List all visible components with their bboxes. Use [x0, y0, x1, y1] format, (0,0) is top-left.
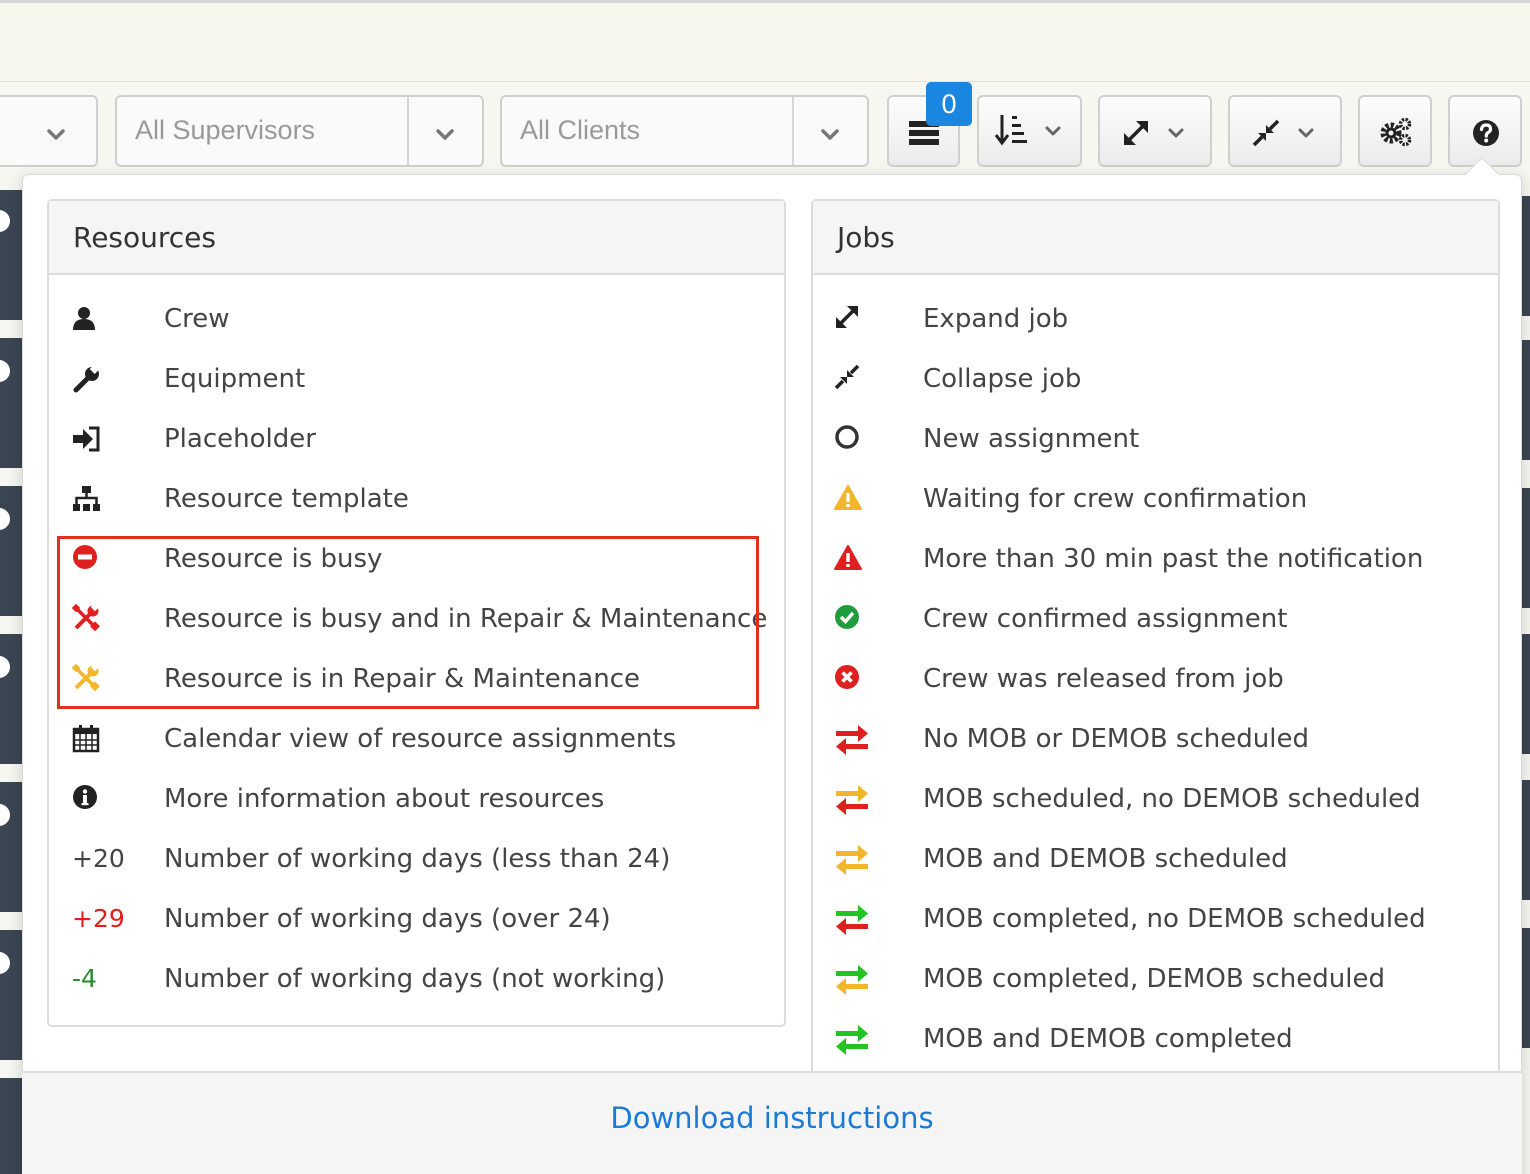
jobs-legend-label: Crew confirmed assignment	[923, 604, 1288, 634]
background-row-right	[1522, 196, 1530, 316]
help-button[interactable]	[1448, 95, 1522, 167]
collapse-icon	[1252, 119, 1280, 147]
jobs-legend-label: MOB and DEMOB completed	[923, 1024, 1293, 1054]
jobs-legend-label: Waiting for crew confirmation	[923, 484, 1308, 514]
collapse-all-button[interactable]	[1228, 95, 1342, 167]
jobs-legend-row: Waiting for crew confirmation	[0, 479, 1530, 539]
select-divider	[407, 97, 409, 165]
sort-button[interactable]	[977, 95, 1082, 167]
popover-footer: Download instructions	[22, 1071, 1522, 1174]
jobs-legend-row: New assignment	[0, 419, 1530, 479]
jobs-legend-row: Expand job	[0, 299, 1530, 359]
help-icon	[1473, 120, 1499, 146]
chevron-down-icon	[1298, 128, 1314, 138]
highlight-box	[57, 536, 759, 709]
jobs-legend-row: MOB completed, no DEMOB scheduled	[0, 899, 1530, 959]
supervisors-select[interactable]: All Supervisors	[115, 95, 484, 167]
exchange-icon	[834, 784, 874, 824]
background-row	[0, 1078, 22, 1174]
compress-icon	[834, 364, 874, 404]
jobs-legend-row: No MOB or DEMOB scheduled	[0, 719, 1530, 779]
supervisors-select-value: All Supervisors	[135, 115, 316, 145]
chevron-down-icon[interactable]	[820, 125, 840, 145]
exchange-icon	[834, 1024, 874, 1064]
clients-select-value: All Clients	[520, 115, 641, 145]
expand-icon	[834, 304, 874, 344]
jobs-legend-row: MOB scheduled, no DEMOB scheduled	[0, 779, 1530, 839]
expand-icon	[1124, 121, 1148, 145]
jobs-legend-label: No MOB or DEMOB scheduled	[923, 724, 1309, 754]
exchange-icon	[834, 724, 874, 764]
jobs-legend-label: MOB completed, no DEMOB scheduled	[923, 904, 1426, 934]
resources-panel-header: Resources	[49, 201, 784, 275]
sort-icon	[995, 115, 1027, 146]
jobs-legend-row: Collapse job	[0, 359, 1530, 419]
jobs-legend-label: MOB scheduled, no DEMOB scheduled	[923, 784, 1421, 814]
chevron-down-icon	[1168, 128, 1184, 138]
jobs-legend-row: MOB and DEMOB completed	[0, 1019, 1530, 1079]
jobs-legend-row: MOB and DEMOB scheduled	[0, 839, 1530, 899]
expand-all-button[interactable]	[1098, 95, 1212, 167]
jobs-legend-label: MOB and DEMOB scheduled	[923, 844, 1288, 874]
cogs-icon	[1380, 117, 1412, 147]
times-circle-icon	[834, 664, 874, 704]
warning-icon	[834, 484, 874, 524]
jobs-legend-label: Collapse job	[923, 364, 1082, 394]
exchange-icon	[834, 844, 874, 884]
select-divider	[792, 97, 794, 165]
download-instructions-link[interactable]: Download instructions	[22, 1101, 1522, 1135]
jobs-panel-header: Jobs	[813, 201, 1498, 275]
list-count-badge: 0	[926, 82, 972, 126]
check-circle-icon	[834, 604, 874, 644]
clients-select[interactable]: All Clients	[500, 95, 869, 167]
resources-panel-title: Resources	[73, 221, 216, 254]
chevron-down-icon	[47, 129, 65, 140]
chevron-down-icon	[1045, 126, 1061, 136]
jobs-legend-label: More than 30 min past the notification	[923, 544, 1424, 574]
jobs-legend-label: New assignment	[923, 424, 1140, 454]
jobs-panel-title: Jobs	[837, 221, 895, 254]
settings-button[interactable]	[1358, 95, 1432, 167]
jobs-legend-label: MOB completed, DEMOB scheduled	[923, 964, 1385, 994]
jobs-legend-label: Crew was released from job	[923, 664, 1284, 694]
exchange-icon	[834, 904, 874, 944]
header-band	[0, 0, 1530, 82]
jobs-legend-row: MOB completed, DEMOB scheduled	[0, 959, 1530, 1019]
jobs-legend-label: Expand job	[923, 304, 1069, 334]
chevron-down-icon[interactable]	[435, 125, 455, 145]
warning-icon	[834, 544, 874, 584]
circle-outline-icon	[834, 424, 874, 464]
exchange-icon	[834, 964, 874, 1004]
filter-select-partial[interactable]	[0, 95, 98, 167]
